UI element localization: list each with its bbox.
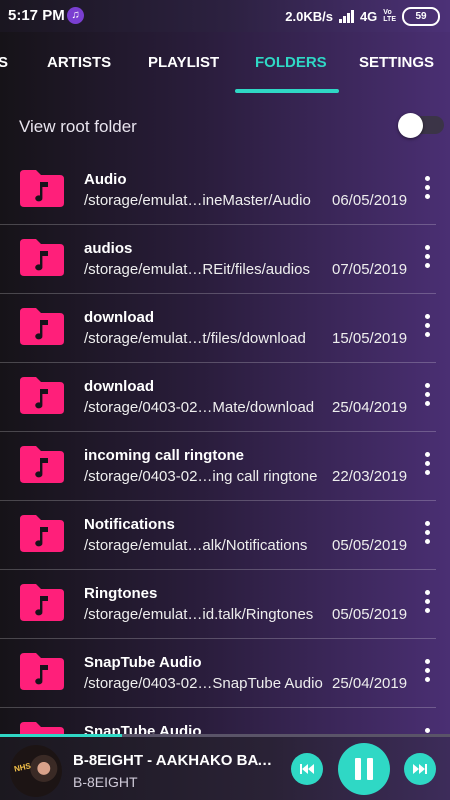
folder-name: download	[84, 309, 154, 326]
pause-button[interactable]	[338, 743, 390, 795]
tab-settings[interactable]: SETTINGS	[359, 54, 434, 71]
tab-bar: S ARTISTS PLAYLIST FOLDERS SETTINGS	[0, 32, 450, 94]
folder-name: Audio	[84, 171, 127, 188]
more-vert-icon[interactable]	[416, 587, 438, 619]
root-folder-row: View root folder	[0, 94, 450, 158]
folder-row[interactable]: incoming call ringtone /storage/0403-02……	[0, 432, 450, 501]
folder-date: 06/05/2019	[332, 192, 408, 209]
folder-music-icon	[20, 239, 64, 276]
folder-music-icon	[20, 170, 64, 207]
folder-date: 07/05/2019	[332, 261, 408, 278]
folder-date: 15/05/2019	[332, 330, 408, 347]
battery-icon: 59	[402, 6, 440, 26]
root-folder-label: View root folder	[19, 117, 137, 136]
track-artist: B-8EIGHT	[73, 774, 138, 790]
track-title[interactable]: B-8EIGHT - AAKHAKO BATO…	[73, 752, 278, 769]
skip-previous-icon	[300, 764, 314, 774]
folder-date: 05/05/2019	[332, 537, 408, 554]
previous-button[interactable]	[291, 753, 323, 785]
folder-path: /storage/0403-02…Mate/download	[84, 399, 315, 416]
folder-row[interactable]: Audio /storage/emulat…ineMaster/Audio 06…	[0, 156, 450, 225]
active-tab-indicator	[235, 89, 339, 93]
more-vert-icon[interactable]	[416, 380, 438, 412]
pause-icon	[355, 758, 373, 780]
folder-music-icon	[20, 446, 64, 483]
folder-path: /storage/0403-02…SnapTube Audio	[84, 675, 323, 692]
root-folder-switch-knob[interactable]	[398, 113, 423, 138]
folder-path: /storage/0403-02…ing call ringtone	[84, 468, 318, 485]
folder-date: 05/05/2019	[332, 606, 408, 623]
network-type: 4G	[359, 8, 378, 24]
more-vert-icon[interactable]	[416, 242, 438, 274]
app-notification-icon: ♫	[67, 7, 84, 24]
folder-name: SnapTube Audio	[84, 654, 202, 671]
folder-row[interactable]: download /storage/0403-02…Mate/download …	[0, 363, 450, 432]
more-vert-icon[interactable]	[416, 311, 438, 343]
folder-name: incoming call ringtone	[84, 447, 245, 464]
more-vert-icon[interactable]	[416, 449, 438, 481]
folder-date: 22/03/2019	[332, 468, 408, 485]
folder-path: /storage/emulat…alk/Notifications	[84, 537, 308, 554]
folder-music-icon	[20, 584, 64, 621]
folder-name: Ringtones	[84, 585, 158, 602]
tab-playlist[interactable]: PLAYLIST	[148, 54, 219, 71]
album-art-text: NHS	[13, 761, 32, 774]
folder-path: /storage/emulat…ineMaster/Audio	[84, 192, 311, 209]
more-vert-icon[interactable]	[416, 518, 438, 550]
next-button[interactable]	[404, 753, 436, 785]
tab-songs[interactable]: S	[0, 54, 8, 71]
album-art[interactable]: NHS	[10, 745, 62, 797]
folder-row[interactable]: SnapTube Audio	[0, 708, 450, 736]
folder-row[interactable]: audios /storage/emulat…REit/files/audios…	[0, 225, 450, 294]
folder-music-icon	[20, 515, 64, 552]
folder-name: download	[84, 378, 154, 395]
skip-next-icon	[413, 764, 427, 774]
folder-list: Audio /storage/emulat…ineMaster/Audio 06…	[0, 156, 450, 736]
network-speed: 2.0KB/s	[285, 8, 333, 24]
folder-row[interactable]: Notifications /storage/emulat…alk/Notifi…	[0, 501, 450, 570]
folder-music-icon	[20, 308, 64, 345]
folder-path: /storage/emulat…t/files/download	[84, 330, 306, 347]
tab-folders[interactable]: FOLDERS	[255, 54, 327, 71]
folder-row[interactable]: SnapTube Audio /storage/0403-02…SnapTube…	[0, 639, 450, 708]
folder-date: 25/04/2019	[332, 675, 408, 692]
tab-artists[interactable]: ARTISTS	[47, 54, 111, 71]
volte-icon: Vo LTE	[383, 9, 396, 23]
folder-music-icon	[20, 377, 64, 414]
folder-row[interactable]: download /storage/emulat…t/files/downloa…	[0, 294, 450, 363]
folder-row[interactable]: Ringtones /storage/emulat…id.talk/Ringto…	[0, 570, 450, 639]
more-vert-icon[interactable]	[416, 656, 438, 688]
folder-path: /storage/emulat…id.talk/Ringtones	[84, 606, 314, 623]
more-vert-icon[interactable]	[416, 173, 438, 205]
status-time: 5:17 PM	[8, 7, 65, 24]
folder-music-icon	[20, 653, 64, 690]
status-bar: 5:17 PM ♫ 2.0KB/s 4G Vo LTE 59	[0, 0, 450, 32]
folder-date: 25/04/2019	[332, 399, 408, 416]
folder-name: Notifications	[84, 516, 175, 533]
mini-player[interactable]: NHS B-8EIGHT - AAKHAKO BATO… B-8EIGHT	[0, 737, 450, 800]
folder-path: /storage/emulat…REit/files/audios	[84, 261, 310, 278]
folder-name: audios	[84, 240, 133, 257]
signal-icon	[338, 9, 354, 23]
